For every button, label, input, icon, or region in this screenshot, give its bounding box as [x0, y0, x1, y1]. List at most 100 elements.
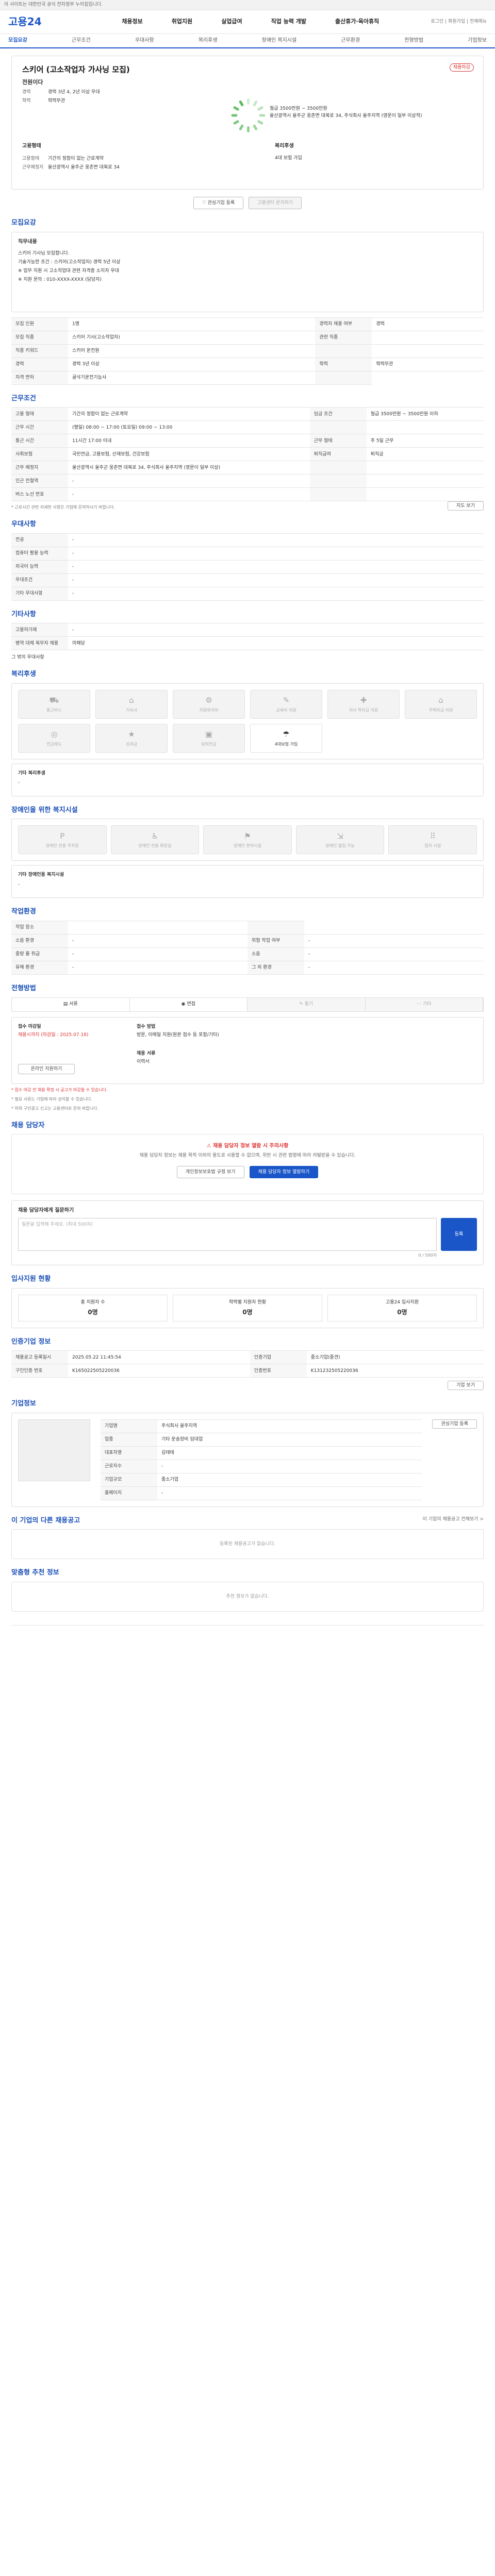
gnb-item[interactable]: 실업급여 [221, 18, 242, 26]
tab-process[interactable]: 전형방법 [404, 37, 423, 44]
desc-line: 기술가능한 조건 : 스키어(고소작업자) 경력 5년 이상 [18, 260, 121, 265]
cell-value: - [68, 947, 248, 961]
cell-label: 자격 면허 [11, 370, 68, 385]
alert-title: ⚠ 채용 담당자 정보 열람 시 주의사항 [20, 1143, 475, 1150]
site-header: 고용24 채용정보 취업지원 실업급여 직업 능력 개발 출산휴가·육아휴직 로… [0, 10, 495, 34]
cell-label [309, 461, 367, 475]
view-manager-button[interactable]: 채용 담당자 정보 열람하기 [249, 1165, 319, 1178]
job-description: 스키어 기사님 모집합니다. 기술가능한 조건 : 스키어(고소작업자) 경력 … [18, 249, 477, 284]
action-buttons: ♡ 관심기업 등록 고용센터 문의하기 [11, 197, 484, 209]
map-button[interactable]: 지도 보기 [448, 501, 484, 511]
tab-work[interactable]: 근무조건 [72, 37, 91, 44]
ask-center-button[interactable]: 고용센터 문의하기 [249, 197, 302, 209]
company-fav-button[interactable]: 관심기업 등록 [432, 1419, 477, 1429]
cell-label: 채용공고 등록일시 [11, 1350, 68, 1365]
cell-value: 1명 [68, 317, 316, 331]
manager-section: 채용 담당자 ⚠ 채용 담당자 정보 열람 시 주의사항 채용 담당자 정보는 … [11, 1121, 484, 1265]
extra-title: 기타 복리후생 [18, 770, 45, 776]
cell-value [366, 461, 484, 475]
benefit-tile: ▣ 퇴직연금 [173, 723, 245, 753]
cell-value: 김태태 [157, 1446, 422, 1460]
company-view-button[interactable]: 기업 보기 [448, 1381, 484, 1391]
cell-label: 우대조건 [11, 573, 68, 587]
summary-key: 근무예정지 [22, 165, 44, 171]
cell-label: 인근 전철역 [11, 474, 68, 488]
cell-value: 미해당 [68, 636, 484, 651]
cell-value [366, 474, 484, 488]
cell-value: - [68, 533, 484, 547]
process-steps: ▤ 서류 ◉ 면접 ✎ 필기 ⋯ 기타 [11, 997, 484, 1012]
stat-label: 고용24 입사지원 [386, 1300, 419, 1306]
cell-value: - [157, 1486, 422, 1500]
gnb-item[interactable]: 직업 능력 개발 [271, 18, 306, 26]
tab-environment[interactable]: 근무환경 [341, 37, 360, 44]
summary-row: 고용형태 기간의 정함이 없는 근로계약 [22, 156, 120, 162]
cell-label: 직종 키워드 [11, 344, 68, 358]
benefit-icon: ⠿ [430, 831, 436, 841]
tile-label: 교육비 지원 [276, 707, 296, 713]
tile-label: 통근버스 [46, 707, 62, 713]
benefit-tile: ⠿ 점자 시설 [388, 825, 477, 855]
benefit-icon: ✎ [283, 696, 290, 705]
manager-alert: ⚠ 채용 담당자 정보 열람 시 주의사항 채용 담당자 정보는 채용 목적 이… [11, 1134, 484, 1194]
cell-label: 외국어 능력 [11, 560, 68, 574]
table-row: 버스 노선 번호 - [11, 487, 484, 502]
gnb-item[interactable]: 취업지원 [172, 18, 192, 26]
summary-key: 고용형태 [22, 156, 40, 161]
table-row: 기업규모 중소기업 [101, 1472, 422, 1487]
cell-value: 스키어 기사(고소작업자) [68, 330, 316, 345]
benefit-tile: ◎ 연금제도 [18, 723, 90, 753]
desc-line: ※ 업무 지원 시 고소작업대 관련 자격증 소지자 우대 [18, 268, 120, 274]
cell-value: - [68, 934, 248, 948]
benefit-tile: ♿ 장애인 전용 화장실 [110, 825, 200, 855]
online-apply-button[interactable]: 온라인 지원하기 [18, 1063, 75, 1074]
tile-label: 기숙사 [125, 707, 138, 713]
tile-label: 퇴직연금 [201, 741, 217, 747]
inquiry-submit-button[interactable]: 등록 [441, 1218, 477, 1251]
cell-value [366, 487, 484, 502]
cell-value: - [304, 947, 484, 961]
employ-details: 고용형태 기간의 정함이 없는 근로계약 근무예정지 울산광역시 울주군 웅촌면 대… [22, 153, 120, 171]
tab-prefer[interactable]: 우대사항 [135, 37, 154, 44]
pay-value: 월급 3500만원 ~ 3500만원 [270, 106, 327, 111]
desc-line: 스키어 기사님 모집합니다. [18, 251, 70, 257]
summary-value: 기간의 정함이 없는 근로계약 [48, 156, 104, 161]
tile-label: 자녀 학자금 지원 [349, 707, 378, 713]
tile-label: 4대보험 가입 [274, 741, 298, 747]
step-label: 서류 [69, 1002, 78, 1007]
tab-recruit[interactable]: 모집요강 [8, 37, 27, 44]
gnb-item[interactable]: 채용정보 [122, 18, 142, 26]
favorite-button[interactable]: ♡ 관심기업 등록 [193, 197, 244, 209]
company-name[interactable]: 전원이다 [22, 79, 473, 87]
summary-key: 학력 [22, 98, 31, 104]
cell-label: 작업 장소 [11, 920, 68, 935]
step-item: ◉ 면접 [129, 997, 248, 1011]
cell-label: 기타 우대사항 [11, 586, 68, 601]
cell-label [309, 487, 367, 502]
other-section: 기타사항 고용허가제 - 병역 대체 복무자 채용 미해당 그 밖의 우대사항 [11, 610, 484, 661]
tile-label: 점자 시설 [424, 843, 441, 849]
gnb-item[interactable]: 출산휴가·육아휴직 [335, 18, 379, 26]
process-note: * 필요 서류는 기업에 따라 상이할 수 있습니다. [11, 1096, 92, 1101]
header-utility[interactable]: 로그인 | 회원가입 | 전체메뉴 [431, 19, 487, 25]
table-row: 고용허가제 - [11, 623, 484, 637]
cell-label [315, 370, 372, 385]
benefit-tile: ✎ 교육비 지원 [250, 689, 322, 719]
cell-value: - [304, 934, 484, 948]
benefits-section: 복리후생 ⛟ 통근버스 ⌂ 기숙사 ⚙ 차량유지비 ✎ 교육비 지원 ✚ 자녀 학자금 지원 ⌂ 주택… [11, 670, 484, 796]
site-logo[interactable]: 고용24 [8, 15, 70, 29]
stat-cards: 총 지원자 수 0명 학력별 지원자 현황 0명 고용24 입사지원 0명 [18, 1294, 477, 1321]
address-value: 울산광역시 울주군 웅촌면 대복로 34, 주식회사 울주지역 (영문이 일부 … [270, 113, 422, 118]
tab-disability[interactable]: 장애인 복지시설 [262, 37, 297, 44]
table-row: 홈페이지 - [101, 1486, 422, 1500]
manager-buttons: 개인정보보호법 규정 보기 채용 담당자 정보 열람하기 [20, 1165, 475, 1178]
tab-benefits[interactable]: 복리후생 [199, 37, 218, 44]
cell-value: 경력 3년 이상 [68, 357, 316, 371]
tab-company[interactable]: 기업정보 [468, 37, 487, 44]
more-jobs-link[interactable]: 이 기업의 채용공고 전체보기 > [423, 1516, 484, 1530]
privacy-law-button[interactable]: 개인정보보호법 규정 보기 [176, 1165, 244, 1178]
job-title: 스키어 (고소작업자 가사닝 모집) [22, 65, 130, 74]
welfare-value: 4대 보험 가입 [275, 156, 302, 161]
inquiry-textarea[interactable]: 질문을 입력해 주세요. (최대 500자) [18, 1218, 437, 1251]
company-section: 기업정보 기업명 주식회사 울주지역 업종 기타 운송장비 임대업 대표자명 김태태 근로자… [11, 1399, 484, 1507]
